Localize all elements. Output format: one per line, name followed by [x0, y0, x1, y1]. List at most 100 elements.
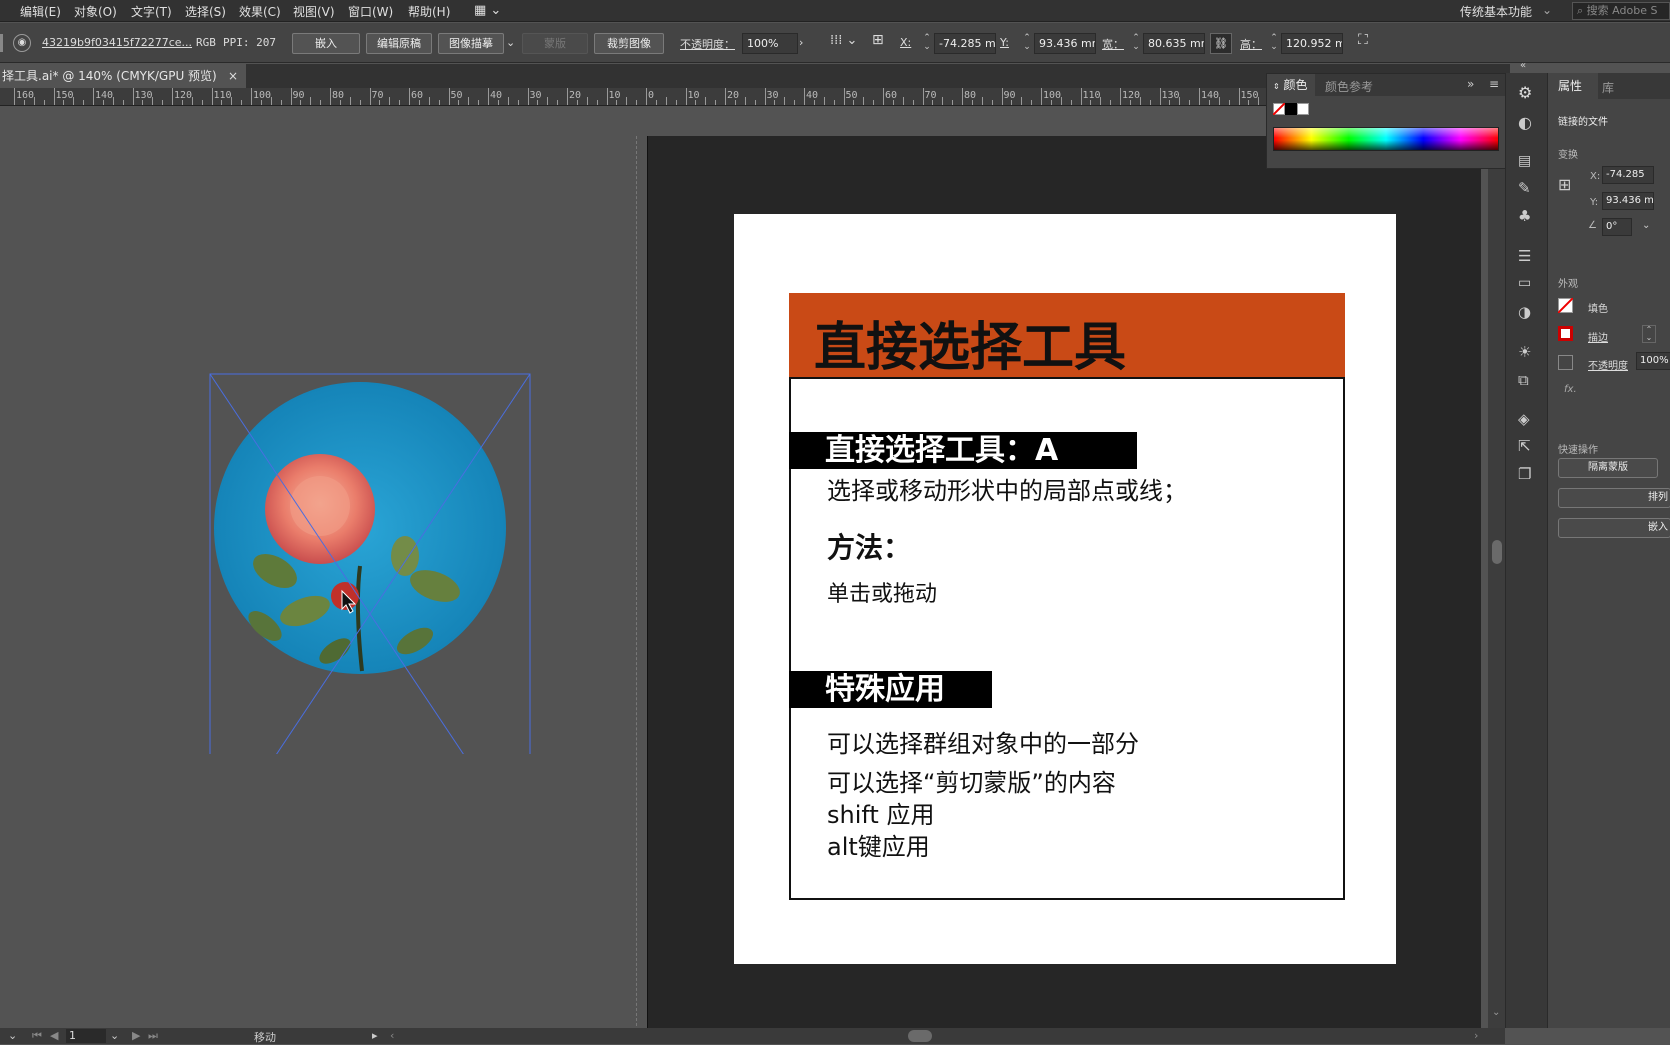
tab-library[interactable]: 库: [1602, 79, 1614, 96]
transparency-panel-icon[interactable]: ◑: [1518, 303, 1531, 321]
embed-button[interactable]: 嵌入: [292, 33, 360, 54]
rotate-angle-field[interactable]: 0°: [1602, 218, 1632, 236]
previous-page-icon[interactable]: ◀: [50, 1029, 58, 1042]
linked-filename[interactable]: 43219b9f03415f72277ce...: [42, 36, 192, 49]
stroke-swatch[interactable]: [1558, 326, 1573, 341]
artboard[interactable]: 直接选择工具 直接选择工具：A 选择或移动形状中的局部点或线； 方法： 单击或拖…: [734, 214, 1396, 964]
tab-color[interactable]: ⇕ 颜色: [1267, 74, 1315, 96]
search-input[interactable]: ⌕ 搜索 Adobe S: [1572, 2, 1670, 20]
stroke-weight-stepper-icon[interactable]: ⌃ ⌄: [1642, 325, 1656, 343]
status-menu-icon[interactable]: ▸: [372, 1029, 378, 1042]
color-spectrum[interactable]: [1273, 127, 1499, 151]
close-tab-icon[interactable]: ×: [228, 64, 238, 88]
menu-type[interactable]: 文字(T): [131, 3, 172, 20]
brushes-panel-icon[interactable]: ✎: [1518, 179, 1531, 197]
y-field[interactable]: 93.436 mm: [1034, 33, 1096, 54]
appearance-panel-icon[interactable]: ☀: [1518, 343, 1531, 361]
menu-window[interactable]: 窗口(W): [348, 3, 393, 20]
y-stepper-icon[interactable]: ⌃ ⌄: [1022, 34, 1032, 53]
next-page-icon[interactable]: ▶: [132, 1029, 140, 1042]
first-page-icon[interactable]: ⏮: [32, 1029, 42, 1043]
zoom-dropdown-icon[interactable]: ⌄: [8, 1029, 17, 1042]
panel-y-field[interactable]: 93.436 m: [1602, 192, 1654, 210]
fx-effects-icon[interactable]: fx.: [1564, 384, 1577, 395]
stroke-panel-icon[interactable]: ☰: [1518, 247, 1531, 265]
menu-select[interactable]: 选择(S): [185, 3, 226, 20]
gradient-swatch-icon[interactable]: ▭: [1518, 275, 1531, 291]
ruler-minor-tick: [1031, 100, 1033, 105]
edit-original-button[interactable]: 编辑原稿: [366, 33, 432, 54]
align-grid-icon[interactable]: ⁞⁞⁞ ⌄: [830, 33, 857, 48]
constrain-proportions-icon[interactable]: ⛓: [1210, 33, 1232, 54]
vertical-scrollbar[interactable]: ⌄: [1488, 165, 1505, 1028]
menu-help[interactable]: 帮助(H): [408, 3, 450, 20]
opacity-panel-field[interactable]: 100%: [1636, 352, 1670, 370]
ruler-minor-tick: [349, 97, 351, 105]
properties-panel-icon[interactable]: ⚙: [1518, 83, 1532, 102]
opacity-arrow-icon[interactable]: ›: [799, 36, 803, 49]
reference-point-icon[interactable]: ⊞: [872, 32, 884, 48]
ruler-tick: [883, 88, 884, 105]
scroll-left-icon[interactable]: ‹: [390, 1029, 394, 1042]
scroll-right-icon[interactable]: ›: [1474, 1029, 1478, 1042]
height-label: 高：: [1240, 38, 1262, 51]
crop-image-button[interactable]: 裁剪图像: [594, 33, 664, 54]
symbols-panel-icon[interactable]: ♣: [1518, 207, 1531, 225]
x-stepper-icon[interactable]: ⌃ ⌄: [922, 34, 932, 53]
appearance-heading: 外观: [1558, 279, 1578, 290]
tab-color-reference[interactable]: 颜色参考: [1325, 78, 1373, 95]
menu-object[interactable]: 对象(O): [74, 3, 117, 20]
stroke-label[interactable]: 描边: [1588, 329, 1608, 344]
collapse-panels-icon[interactable]: «: [1520, 60, 1526, 71]
width-stepper-icon[interactable]: ⌃ ⌄: [1131, 34, 1141, 53]
horizontal-scroll-thumb[interactable]: [908, 1030, 932, 1042]
page-number-field[interactable]: 1: [66, 1029, 106, 1043]
white-swatch[interactable]: [1297, 103, 1309, 115]
panel-x-field[interactable]: -74.285: [1602, 166, 1654, 184]
height-field[interactable]: 120.952 m: [1281, 33, 1343, 54]
black-swatch[interactable]: [1285, 103, 1297, 115]
panel-embed-button[interactable]: 嵌入: [1558, 518, 1670, 538]
fill-swatch[interactable]: [1558, 298, 1573, 313]
page-dropdown-icon[interactable]: ⌄: [110, 1029, 119, 1042]
image-trace-button[interactable]: 图像描摹: [438, 33, 504, 54]
gradient-panel-icon[interactable]: ◐: [1518, 113, 1532, 132]
image-trace-dropdown-icon[interactable]: ⌄: [506, 36, 515, 49]
menu-edit[interactable]: 编辑(E): [20, 3, 61, 20]
canvas-area[interactable]: 直接选择工具 直接选择工具：A 选择或移动形状中的局部点或线； 方法： 单击或拖…: [0, 106, 1505, 1028]
width-field[interactable]: 80.635 mm: [1143, 33, 1205, 54]
opacity-field[interactable]: 100%: [742, 33, 798, 54]
chevron-down-icon[interactable]: ⌄: [1542, 3, 1552, 17]
none-swatch[interactable]: [1273, 103, 1285, 115]
ruler-minor-tick: [636, 100, 638, 105]
swatches-panel-icon[interactable]: ▤: [1518, 153, 1531, 169]
scroll-thumb[interactable]: [1492, 540, 1502, 564]
menu-view[interactable]: 视图(V): [293, 3, 335, 20]
link-target-icon[interactable]: ◉: [13, 34, 31, 52]
transform-panel-icon[interactable]: ⛶: [1358, 32, 1368, 48]
panel-grip[interactable]: [0, 34, 3, 52]
scroll-down-icon[interactable]: ⌄: [1492, 1007, 1500, 1018]
artboards-panel-icon[interactable]: ❐: [1518, 465, 1531, 483]
graphic-styles-icon[interactable]: ⧉: [1518, 371, 1529, 389]
x-field[interactable]: -74.285 m: [934, 33, 996, 54]
ruler-minor-tick: [1228, 100, 1230, 105]
angle-dropdown-icon[interactable]: ⌄: [1642, 220, 1650, 231]
workspace-switcher[interactable]: 传统基本功能: [1460, 3, 1532, 20]
panel-menu-icon[interactable]: ≡: [1489, 77, 1499, 91]
placed-image-selection[interactable]: [205, 266, 535, 754]
isolate-mask-button[interactable]: 隔离蒙版: [1558, 458, 1658, 478]
horizontal-ruler[interactable]: 160 150 140 130 120 110 100 90 80 70 60 50 40 30 20 10 0…: [0, 88, 1268, 106]
reference-point-icon-panel[interactable]: ⊞: [1558, 175, 1571, 194]
menu-effect[interactable]: 效果(C): [239, 3, 281, 20]
layers-panel-icon[interactable]: ◈: [1518, 410, 1530, 428]
document-tab[interactable]: 择工具.ai* @ 140% (CMYK/GPU 预览) ×: [0, 64, 246, 88]
height-stepper-icon[interactable]: ⌃ ⌄: [1269, 34, 1279, 53]
control-bar: ◉ 43219b9f03415f72277ce... RGB PPI: 207 …: [0, 23, 1670, 63]
panel-expand-icon[interactable]: »: [1467, 77, 1474, 91]
arrange-button[interactable]: 排列: [1558, 488, 1670, 508]
export-icon[interactable]: ⇱: [1518, 437, 1531, 455]
last-page-icon[interactable]: ⏭: [148, 1029, 158, 1043]
tab-properties[interactable]: 属性: [1548, 73, 1598, 99]
arrange-documents-icon[interactable]: ▦ ⌄: [474, 3, 501, 18]
